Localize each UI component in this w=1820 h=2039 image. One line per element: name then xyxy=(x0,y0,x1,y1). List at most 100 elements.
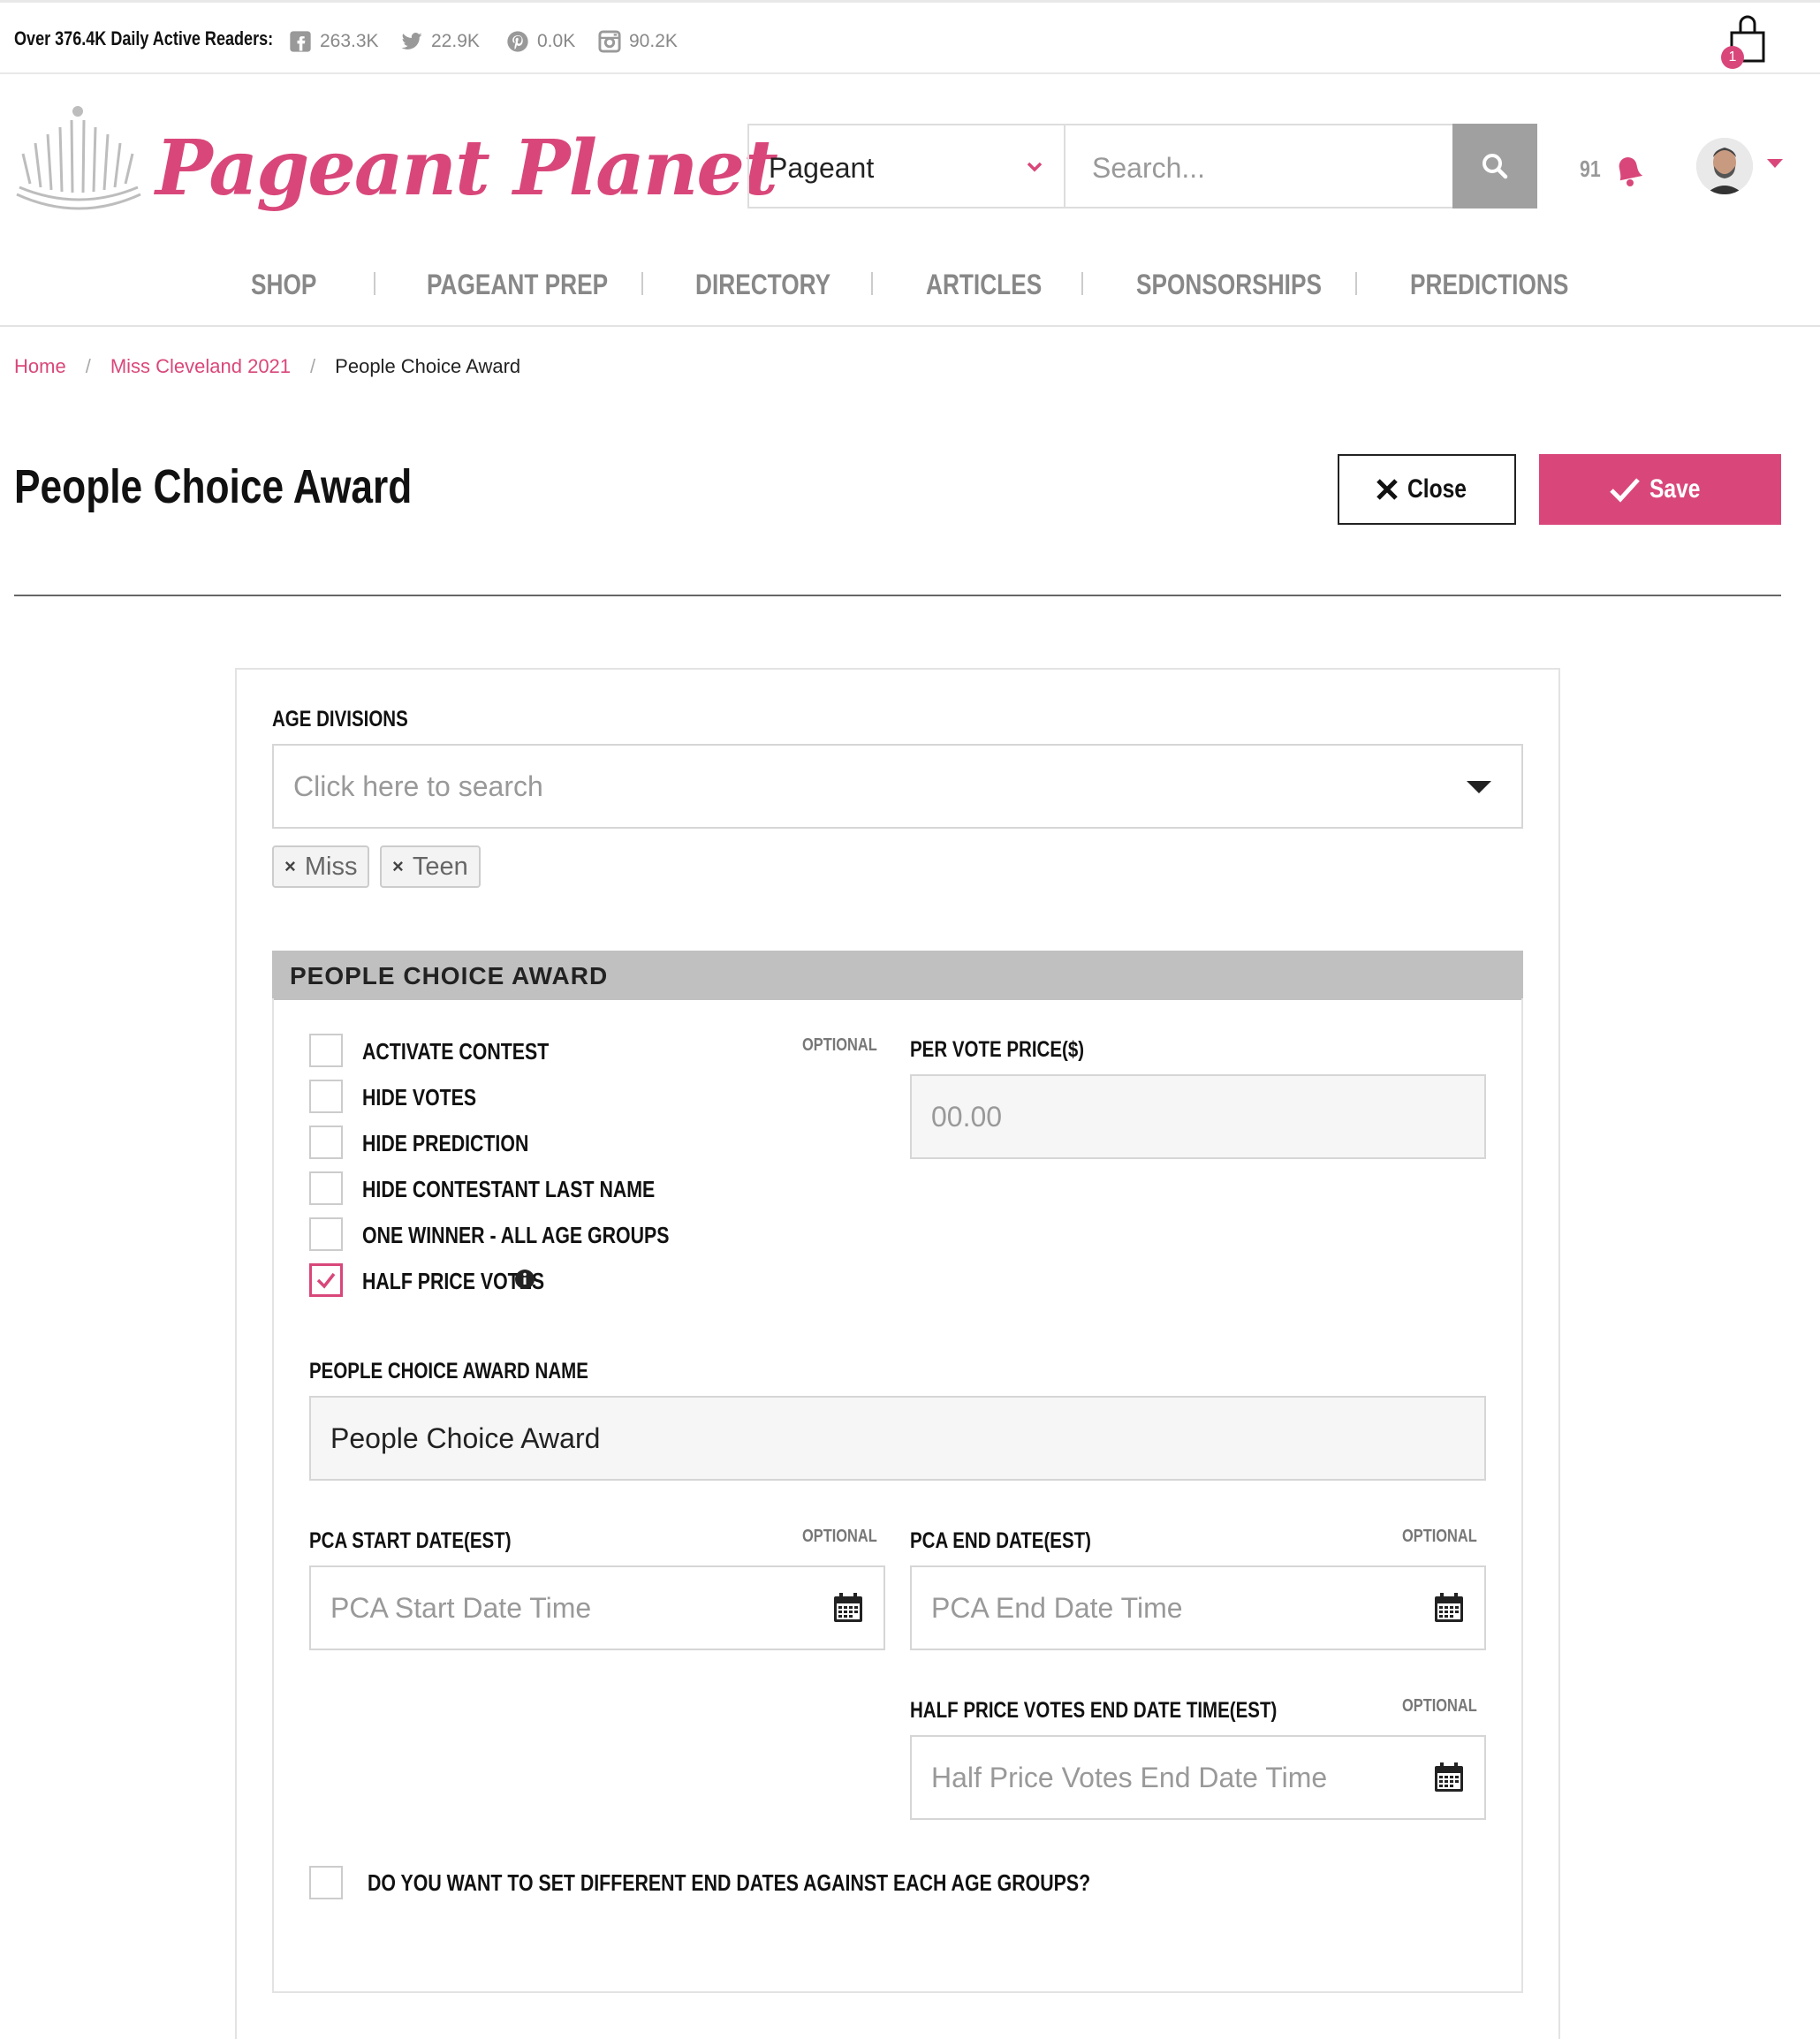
nav-divider xyxy=(1081,272,1083,295)
category-select[interactable]: Pageant xyxy=(747,124,1065,208)
nav-divider xyxy=(641,272,643,295)
end-date-placeholder: PCA End Date Time xyxy=(931,1591,1183,1624)
section-header: PEOPLE CHOICE AWARD xyxy=(272,951,1523,1000)
nav-divider xyxy=(374,272,375,295)
title-divider xyxy=(14,595,1781,596)
remove-tag-icon[interactable]: × xyxy=(284,855,296,878)
page-title: People Choice Award xyxy=(14,460,413,513)
pinterest-icon xyxy=(507,31,528,52)
pinterest-stat[interactable]: 0.0K xyxy=(505,29,575,54)
section-title: PEOPLE CHOICE AWARD xyxy=(290,962,609,989)
pinterest-count: 0.0K xyxy=(537,31,576,51)
breadcrumb: Home / Miss Cleveland 2021 / People Choi… xyxy=(14,355,520,378)
nav-shop[interactable]: SHOP xyxy=(251,269,316,301)
instagram-icon xyxy=(598,30,621,53)
checkmark-icon xyxy=(316,1272,336,1289)
facebook-count: 263.3K xyxy=(320,31,379,51)
per-vote-price-placeholder: 00.00 xyxy=(931,1100,1003,1133)
daily-readers-label: Over 376.4K Daily Active Readers: xyxy=(14,27,274,49)
save-button-label: Save xyxy=(1649,474,1701,504)
category-select-value: Pageant xyxy=(769,152,875,184)
different-end-dates-checkbox[interactable] xyxy=(309,1866,343,1899)
close-button-label: Close xyxy=(1407,474,1467,504)
search-button[interactable] xyxy=(1452,124,1537,208)
start-date-label: PCA START DATE(EST) xyxy=(309,1528,512,1553)
hide-prediction-label: HIDE PREDICTION xyxy=(362,1130,529,1156)
hide-votes-checkbox[interactable] xyxy=(309,1080,343,1113)
start-date-input[interactable]: PCA Start Date Time xyxy=(309,1565,885,1650)
optional-hint: OPTIONAL xyxy=(1402,1527,1477,1546)
hide-prediction-checkbox[interactable] xyxy=(309,1126,343,1159)
award-name-value: People Choice Award xyxy=(330,1421,601,1454)
notifications[interactable]: 91 xyxy=(1580,150,1646,187)
different-end-dates-label: DO YOU WANT TO SET DIFFERENT END DATES A… xyxy=(368,1869,1091,1896)
twitter-icon xyxy=(401,33,422,49)
calendar-icon[interactable] xyxy=(1433,1762,1465,1793)
chevron-down-icon xyxy=(1027,162,1043,172)
breadcrumb-current: People Choice Award xyxy=(335,355,521,377)
nav-divider xyxy=(1355,272,1357,295)
optional-hint: OPTIONAL xyxy=(802,1527,877,1546)
notification-count: 91 xyxy=(1580,155,1601,182)
hide-contestant-last-name-checkbox[interactable] xyxy=(309,1171,343,1205)
close-button[interactable]: Close xyxy=(1338,454,1516,525)
half-price-end-label: HALF PRICE VOTES END DATE TIME(EST) xyxy=(910,1698,1278,1723)
user-avatar-icon xyxy=(1696,138,1753,194)
logo-wordmark[interactable]: Pageant Planet xyxy=(155,124,778,213)
save-button[interactable]: Save xyxy=(1539,454,1781,525)
close-icon xyxy=(1376,479,1398,500)
one-winner-checkbox[interactable] xyxy=(309,1217,343,1251)
start-date-placeholder: PCA Start Date Time xyxy=(330,1591,592,1624)
per-vote-price-input[interactable]: 00.00 xyxy=(910,1074,1486,1159)
nav-articles[interactable]: ARTICLES xyxy=(926,269,1042,301)
nav-sponsorships[interactable]: SPONSORSHIPS xyxy=(1136,269,1322,301)
hide-contestant-last-name-label: HIDE CONTESTANT LAST NAME xyxy=(362,1176,656,1202)
half-price-votes-checkbox[interactable] xyxy=(309,1263,343,1297)
age-divisions-select[interactable]: Click here to search xyxy=(272,744,1523,829)
checkmark-icon xyxy=(1610,478,1640,503)
end-date-input[interactable]: PCA End Date Time xyxy=(910,1565,1486,1650)
award-name-label: PEOPLE CHOICE AWARD NAME xyxy=(309,1359,588,1383)
twitter-count: 22.9K xyxy=(431,31,480,51)
user-menu-caret-icon[interactable] xyxy=(1767,159,1783,168)
instagram-stat[interactable]: 90.2K xyxy=(597,29,678,54)
search-icon xyxy=(1483,154,1508,179)
award-name-input[interactable]: People Choice Award xyxy=(309,1396,1486,1481)
tag-label: Miss xyxy=(304,852,358,881)
caret-down-icon xyxy=(1467,781,1491,793)
activate-contest-label: ACTIVATE CONTEST xyxy=(362,1038,550,1065)
activate-contest-checkbox[interactable] xyxy=(309,1034,343,1067)
half-price-end-placeholder: Half Price Votes End Date Time xyxy=(931,1761,1328,1793)
tag-label: Teen xyxy=(412,852,468,881)
top-stats-bar: Over 376.4K Daily Active Readers: 263.3K… xyxy=(0,0,1820,74)
breadcrumb-home[interactable]: Home xyxy=(14,355,66,378)
age-division-tag-miss[interactable]: × Miss xyxy=(272,845,370,888)
info-icon[interactable] xyxy=(514,1269,535,1290)
search-input[interactable]: Search... xyxy=(1064,124,1454,208)
twitter-stat[interactable]: 22.9K xyxy=(399,29,480,54)
search-placeholder: Search... xyxy=(1092,152,1206,184)
facebook-stat[interactable]: 263.3K xyxy=(288,29,379,54)
hide-votes-label: HIDE VOTES xyxy=(362,1084,477,1110)
nav-pageant-prep[interactable]: PAGEANT PREP xyxy=(427,269,608,301)
age-division-tag-teen[interactable]: × Teen xyxy=(380,845,481,888)
breadcrumb-separator: / xyxy=(310,355,316,377)
breadcrumb-pageant[interactable]: Miss Cleveland 2021 xyxy=(110,355,291,378)
calendar-icon[interactable] xyxy=(1433,1592,1465,1624)
facebook-icon xyxy=(290,31,311,52)
instagram-count: 90.2K xyxy=(629,31,678,51)
half-price-end-input[interactable]: Half Price Votes End Date Time xyxy=(910,1735,1486,1820)
calendar-icon[interactable] xyxy=(832,1592,864,1624)
avatar[interactable] xyxy=(1696,138,1753,194)
bell-icon xyxy=(1619,157,1643,186)
cart-count-badge: 1 xyxy=(1721,46,1744,69)
age-divisions-label: AGE DIVISIONS xyxy=(272,707,408,731)
optional-hint: OPTIONAL xyxy=(1402,1696,1477,1716)
nav-directory[interactable]: DIRECTORY xyxy=(695,269,830,301)
nav-predictions[interactable]: PREDICTIONS xyxy=(1410,269,1568,301)
nav-divider xyxy=(871,272,873,295)
end-date-label: PCA END DATE(EST) xyxy=(910,1528,1091,1553)
main-nav: SHOP PAGEANT PREP DIRECTORY ARTICLES SPO… xyxy=(0,256,1820,327)
breadcrumb-separator: / xyxy=(85,355,91,377)
remove-tag-icon[interactable]: × xyxy=(392,855,404,878)
